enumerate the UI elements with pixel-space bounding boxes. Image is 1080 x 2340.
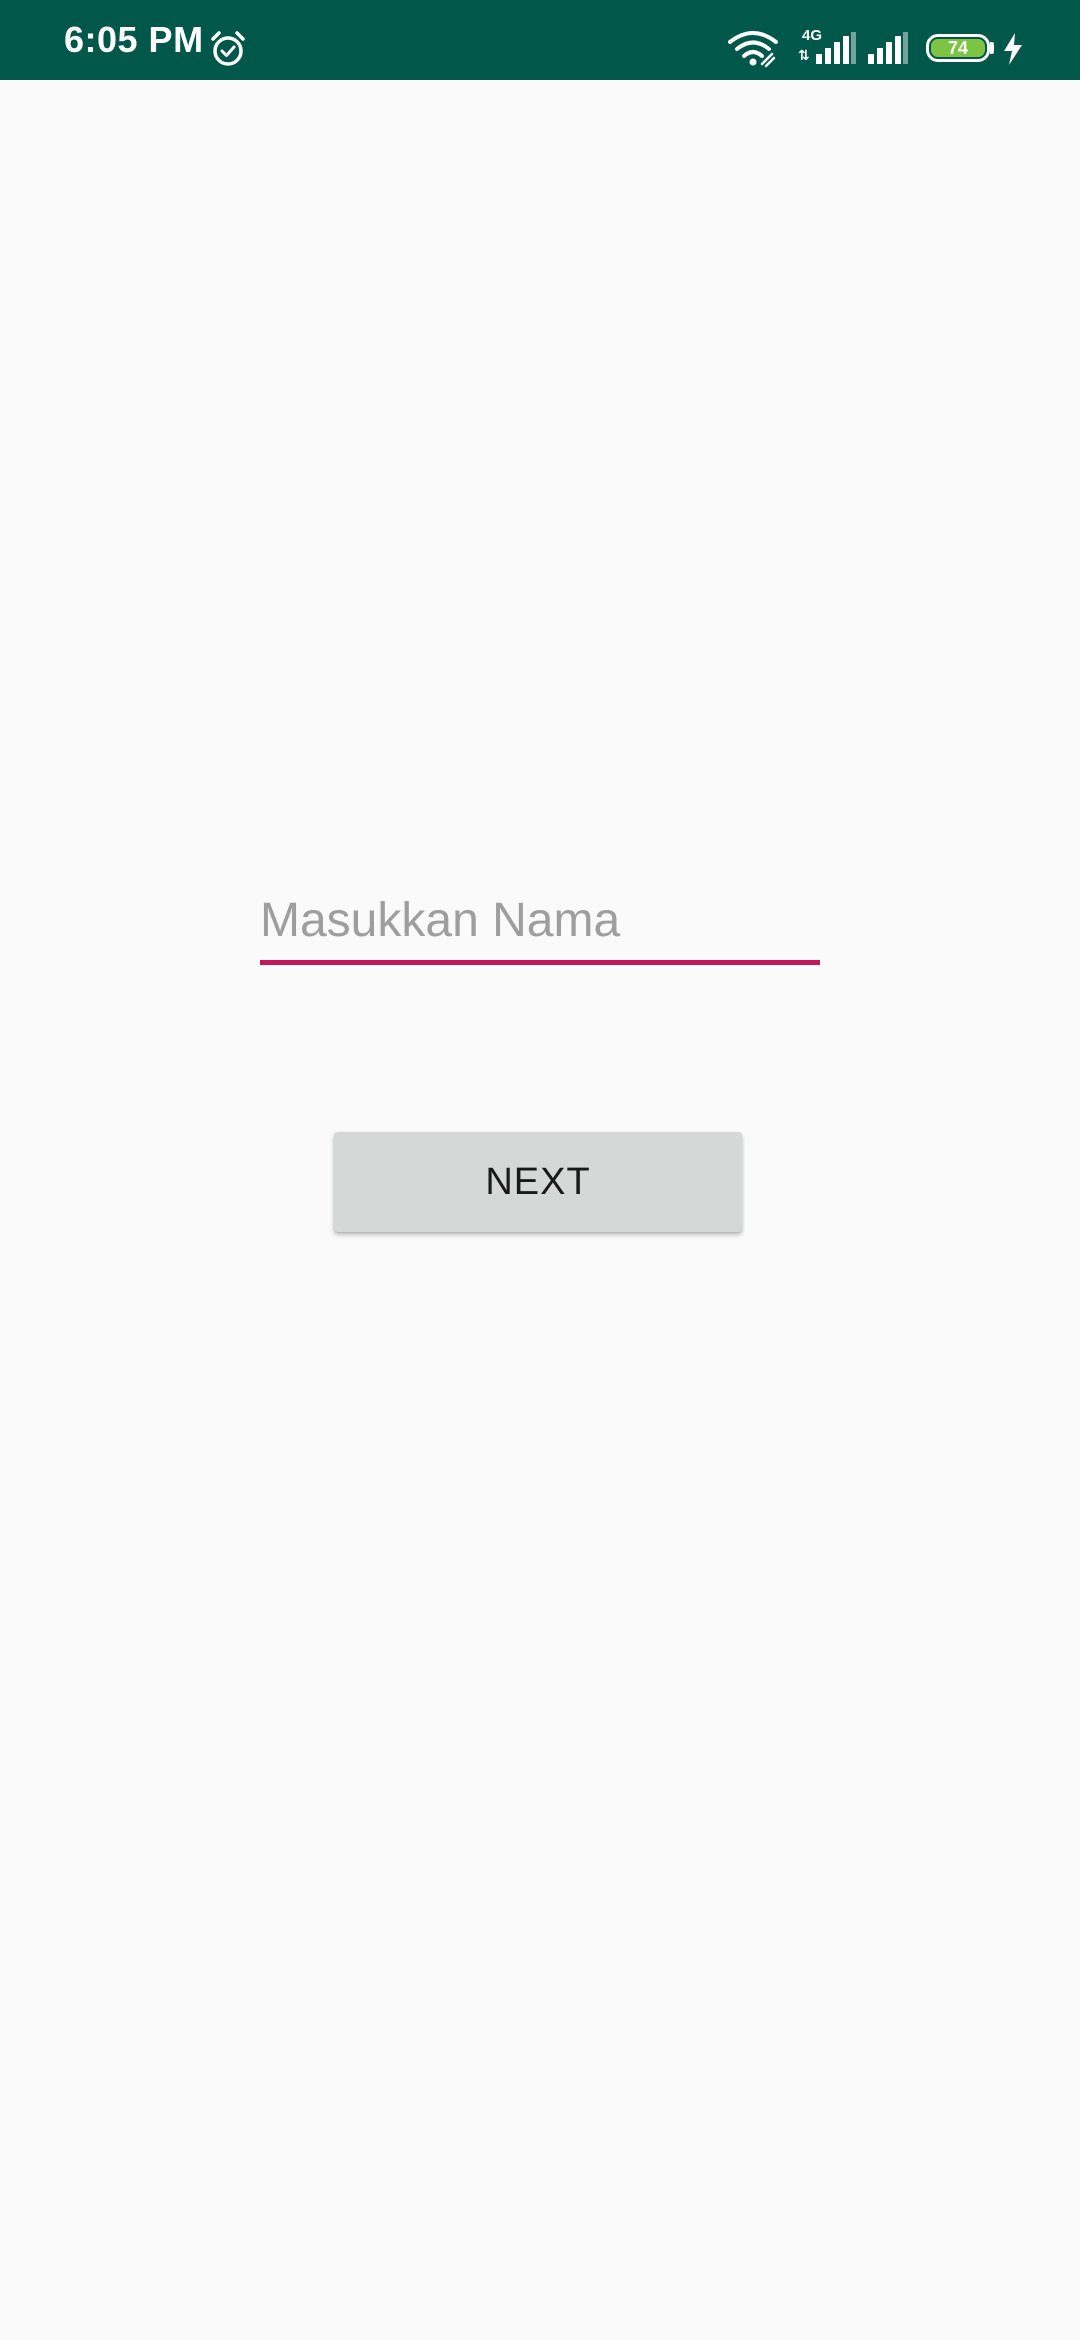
cell-signal-icon: [868, 32, 908, 64]
data-activity-icon: ⇅: [798, 47, 810, 63]
cell-signal-icon: [816, 32, 856, 64]
name-field: [260, 880, 820, 966]
next-button[interactable]: NEXT: [334, 1132, 742, 1232]
status-time: 6:05 PM: [64, 19, 204, 60]
battery-cap: [990, 42, 994, 54]
status-bar: 6:05 PM 4G ⇅ 74: [0, 0, 1080, 80]
alarm-clock-icon: [211, 31, 245, 66]
battery-icon: 74: [926, 34, 990, 62]
name-input[interactable]: [260, 880, 820, 960]
battery-fill: 74: [931, 39, 985, 57]
charging-bolt-icon: [1004, 33, 1022, 65]
battery-level: 74: [947, 38, 969, 58]
name-input-underline: [260, 960, 820, 965]
wifi-icon: [728, 31, 778, 68]
